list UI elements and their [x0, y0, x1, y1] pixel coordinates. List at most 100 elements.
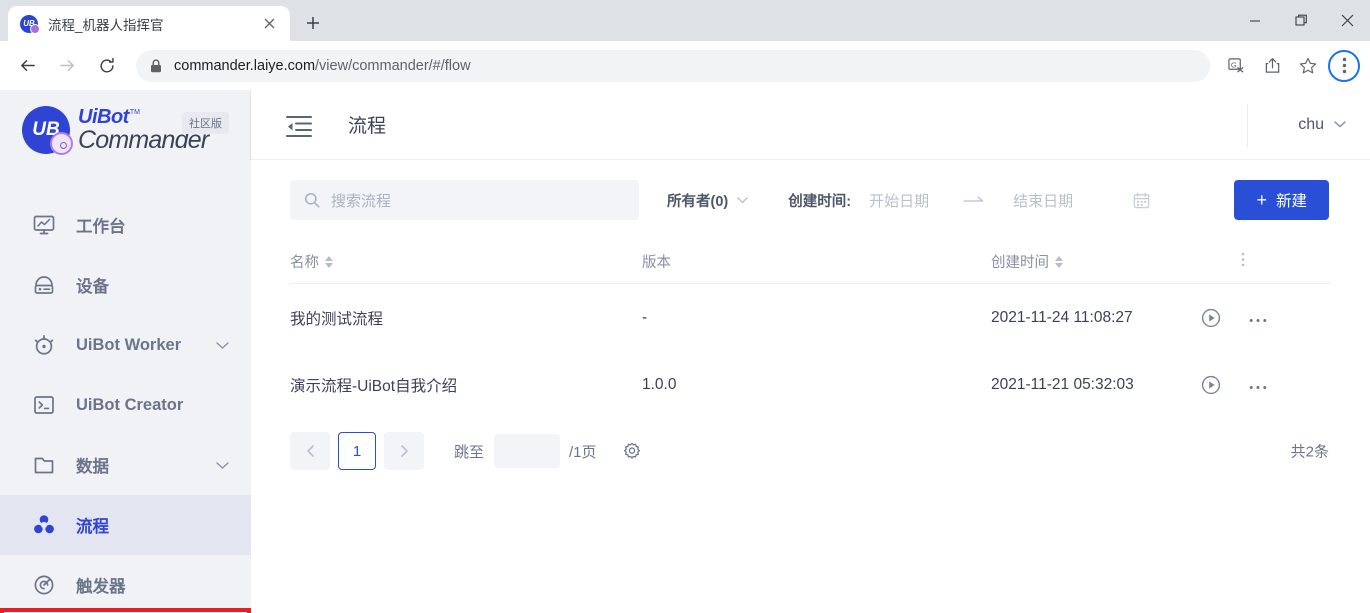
- column-header-name[interactable]: 名称: [290, 251, 642, 272]
- play-circle-icon[interactable]: [1201, 308, 1221, 328]
- column-header-version: 版本: [642, 251, 991, 272]
- cell-created-at: 2021-11-21 05:32:03: [991, 375, 1134, 393]
- column-header-created-at[interactable]: 创建时间: [991, 251, 1201, 272]
- header-divider: [1247, 104, 1248, 147]
- window-controls: [1232, 0, 1370, 41]
- translate-icon[interactable]: G: [1220, 50, 1252, 82]
- three-dot-menu-icon[interactable]: [1328, 49, 1360, 82]
- lock-icon: [150, 58, 162, 73]
- sidebar-item-data[interactable]: 数据: [0, 435, 251, 495]
- jump-to-input[interactable]: [494, 434, 561, 468]
- plus-icon: +: [1256, 190, 1267, 210]
- trigger-icon: [32, 574, 56, 596]
- sidebar-item-label: 设备: [76, 278, 109, 296]
- new-flow-button[interactable]: + 新建: [1234, 180, 1329, 220]
- gear-icon[interactable]: [623, 442, 641, 460]
- sidebar-nav: 工作台 设备 UiBot Worker UiBot Creator 数据 流程 …: [0, 195, 251, 613]
- robot-icon: [32, 334, 56, 356]
- date-range-arrow-icon: [963, 195, 985, 205]
- column-header-label: 名称: [290, 255, 319, 271]
- filter-bar: 搜索流程 所有者(0) 创建时间: 开始日期 结束日期 + 新建: [251, 160, 1370, 240]
- total-count-label: 共2条: [1290, 443, 1329, 461]
- maximize-icon[interactable]: [1278, 0, 1324, 41]
- created-time-label: 创建时间:: [788, 193, 852, 210]
- cell-actions: [1201, 375, 1331, 395]
- logo-mark-text: UB: [32, 119, 60, 140]
- search-icon: [304, 192, 320, 208]
- tab-close-icon[interactable]: [258, 13, 280, 35]
- sidebar-item-label: 触发器: [76, 578, 126, 596]
- page-number-1[interactable]: 1: [338, 432, 376, 470]
- search-input[interactable]: 搜索流程: [290, 180, 639, 220]
- browser-window: UB 流程_机器人指挥官 commander.laiye.com/view/co…: [0, 0, 1370, 613]
- flow-table: 名称 版本 创建时间 我的测试流程 - 2021-11-24 11:08:27 …: [290, 240, 1331, 418]
- sidebar-item-device[interactable]: 设备: [0, 255, 251, 315]
- prev-page-button[interactable]: [290, 432, 330, 470]
- logo-trademark: TM: [129, 109, 140, 116]
- address-bar[interactable]: commander.laiye.com/view/commander/#/flo…: [136, 49, 1210, 82]
- next-page-button[interactable]: [384, 432, 424, 470]
- more-horizontal-icon[interactable]: [1249, 309, 1267, 326]
- sidebar-item-workbench[interactable]: 工作台: [0, 195, 251, 255]
- tab-strip: UB 流程_机器人指挥官: [0, 0, 1370, 41]
- new-flow-button-label: 新建: [1275, 193, 1307, 210]
- browser-tab[interactable]: UB 流程_机器人指挥官: [8, 6, 290, 41]
- url-host: commander.laiye.com: [174, 57, 316, 74]
- chevron-down-icon[interactable]: [216, 456, 229, 475]
- sidebar: UB UiBot TM Commander 社区版 工作台 设备 UiBot W…: [0, 90, 251, 613]
- table-row[interactable]: 我的测试流程 - 2021-11-24 11:08:27: [290, 284, 1331, 351]
- user-menu[interactable]: chu: [1298, 116, 1346, 134]
- jump-to-label: 跳至: [454, 443, 485, 461]
- cell-version: -: [642, 308, 648, 326]
- user-name: chu: [1298, 115, 1324, 133]
- chevron-down-icon: [1334, 121, 1346, 128]
- url-path: /view/commander/#/flow: [315, 57, 471, 74]
- browser-toolbar: commander.laiye.com/view/commander/#/flo…: [0, 41, 1370, 90]
- column-settings-icon[interactable]: [1241, 252, 1245, 271]
- date-end-input[interactable]: 结束日期: [1013, 190, 1073, 211]
- app-logo: UB UiBot TM Commander 社区版: [0, 90, 251, 170]
- star-icon[interactable]: [1292, 50, 1324, 82]
- play-circle-icon[interactable]: [1201, 375, 1221, 395]
- sort-toggle-icon[interactable]: [1055, 255, 1063, 268]
- more-horizontal-icon[interactable]: [1249, 376, 1267, 393]
- share-icon[interactable]: [1256, 50, 1288, 82]
- sidebar-item-label: 工作台: [76, 218, 126, 236]
- sidebar-item-uibot-worker[interactable]: UiBot Worker: [0, 315, 251, 375]
- owner-filter-dropdown[interactable]: 所有者(0): [667, 190, 748, 211]
- flow-icon: [32, 514, 56, 536]
- column-header-label: 版本: [642, 255, 671, 271]
- logo-inner-dot-icon: [60, 142, 67, 149]
- sidebar-item-flow[interactable]: 流程: [0, 495, 251, 555]
- cell-name: 我的测试流程: [290, 310, 384, 328]
- minimize-icon[interactable]: [1232, 0, 1278, 41]
- table-header-row: 名称 版本 创建时间: [290, 240, 1331, 284]
- sidebar-item-uibot-creator[interactable]: UiBot Creator: [0, 375, 251, 435]
- total-pages-label: /1页: [569, 443, 597, 461]
- sort-toggle-icon[interactable]: [325, 255, 333, 268]
- back-arrow-icon[interactable]: [10, 49, 44, 83]
- sidebar-item-label: 流程: [76, 518, 109, 536]
- main-content: 流程 chu 搜索流程 所有者(0) 创建时间: 开始日期 结束日期 + 新建 …: [251, 90, 1370, 613]
- reload-icon[interactable]: [90, 49, 124, 83]
- sidebar-item-trigger[interactable]: 触发器: [0, 555, 251, 613]
- new-tab-button[interactable]: [296, 6, 330, 40]
- cell-actions: [1201, 308, 1331, 328]
- column-header-actions: [1201, 252, 1331, 271]
- page-title: 流程: [348, 116, 387, 137]
- pagination: 1 跳至 /1页 共2条: [290, 421, 1331, 481]
- url-text: commander.laiye.com/view/commander/#/flo…: [174, 58, 471, 74]
- search-placeholder: 搜索流程: [331, 192, 392, 210]
- calendar-icon[interactable]: [1133, 192, 1150, 209]
- sidebar-item-label: UiBot Worker: [76, 335, 182, 354]
- date-start-input[interactable]: 开始日期: [869, 190, 929, 211]
- tab-title: 流程_机器人指挥官: [48, 17, 164, 33]
- chevron-down-icon[interactable]: [216, 336, 229, 355]
- table-row[interactable]: 演示流程-UiBot自我介绍 1.0.0 2021-11-21 05:32:03: [290, 351, 1331, 418]
- close-window-icon[interactable]: [1324, 0, 1370, 41]
- forward-arrow-icon[interactable]: [50, 49, 84, 83]
- folder-icon: [32, 454, 56, 476]
- logo-brand: UiBot: [78, 106, 129, 128]
- menu-fold-icon[interactable]: [285, 113, 313, 137]
- cell-version: 1.0.0: [642, 375, 677, 393]
